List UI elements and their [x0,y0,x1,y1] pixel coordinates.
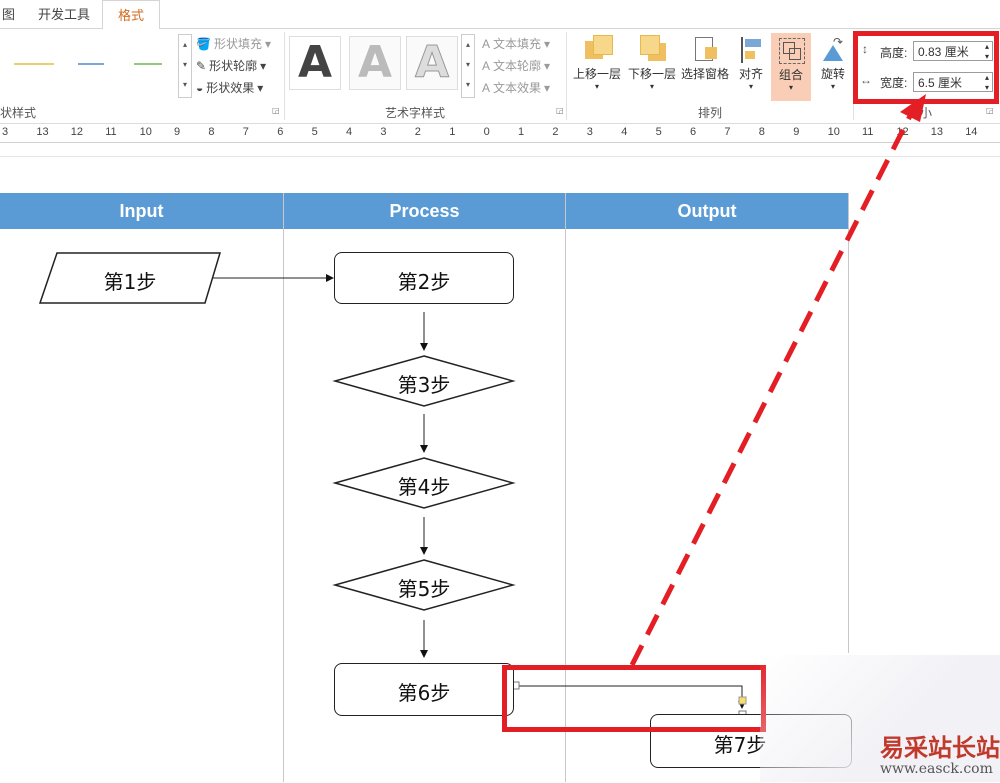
watermark-url: www.easck.com [880,761,993,777]
connector-highlight-box [502,665,766,732]
step1-label: 第1步 [60,266,200,295]
step5-label: 第5步 [334,573,514,602]
step3-label: 第3步 [334,369,514,398]
watermark-title: 易采站长站 [880,728,1000,763]
callout-arrowhead [900,94,926,122]
callout-dashed-arrow [632,112,912,665]
step4-label: 第4步 [334,471,514,500]
step6-label: 第6步 [334,677,514,706]
step2-label: 第2步 [334,266,514,295]
